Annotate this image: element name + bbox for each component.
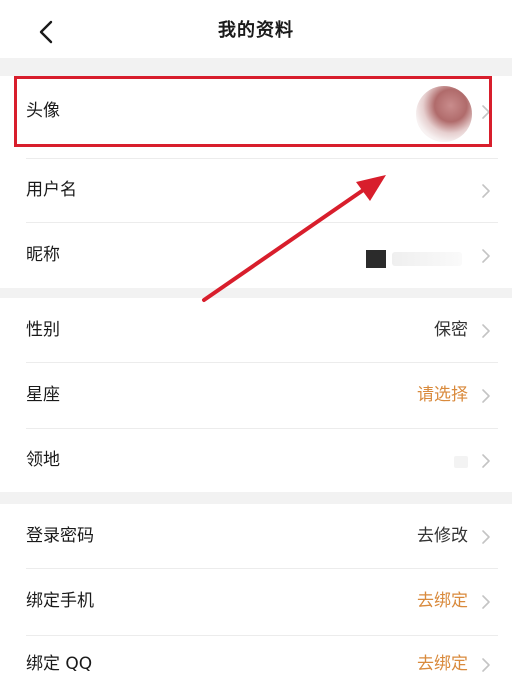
row-bind-qq[interactable]: 绑定 QQ 去绑定: [0, 636, 512, 676]
chevron-right-icon: [482, 595, 490, 609]
chevron-right-icon: [482, 658, 490, 672]
row-label: 用户名: [26, 180, 77, 200]
row-label: 头像: [26, 101, 60, 121]
row-label: 性别: [26, 320, 60, 340]
row-territory[interactable]: 领地: [0, 429, 512, 492]
row-value: 去绑定: [417, 654, 468, 674]
row-label: 绑定手机: [26, 591, 94, 611]
row-label: 星座: [26, 385, 60, 405]
nickname-blurred-value: [392, 252, 462, 266]
row-username[interactable]: 用户名: [0, 159, 512, 221]
top-bar: 我的资料: [0, 0, 512, 58]
chevron-right-icon: [482, 105, 490, 119]
chevron-right-icon: [482, 184, 490, 198]
chevron-right-icon: [482, 389, 490, 403]
row-label: 绑定 QQ: [26, 654, 93, 674]
row-value: 请选择: [417, 385, 468, 405]
row-login-password[interactable]: 登录密码 去修改: [0, 504, 512, 568]
row-label: 登录密码: [26, 526, 94, 546]
avatar[interactable]: [416, 86, 472, 142]
section-gap: [0, 58, 512, 76]
chevron-right-icon: [482, 454, 490, 468]
row-label: 领地: [26, 450, 60, 470]
row-zodiac[interactable]: 星座 请选择: [0, 363, 512, 428]
territory-blurred-value: [454, 456, 468, 468]
nickname-redacted-value: [366, 250, 386, 268]
row-value: 去修改: [417, 526, 468, 546]
row-value: 保密: [434, 320, 468, 340]
section-gap: [0, 288, 512, 298]
row-bind-phone[interactable]: 绑定手机 去绑定: [0, 569, 512, 635]
page-title: 我的资料: [218, 20, 294, 41]
row-label: 昵称: [26, 245, 60, 265]
chevron-right-icon: [482, 530, 490, 544]
chevron-right-icon: [482, 324, 490, 338]
chevron-right-icon: [482, 249, 490, 263]
row-value: 去绑定: [417, 591, 468, 611]
row-gender[interactable]: 性别 保密: [0, 298, 512, 362]
section-gap: [0, 492, 512, 504]
